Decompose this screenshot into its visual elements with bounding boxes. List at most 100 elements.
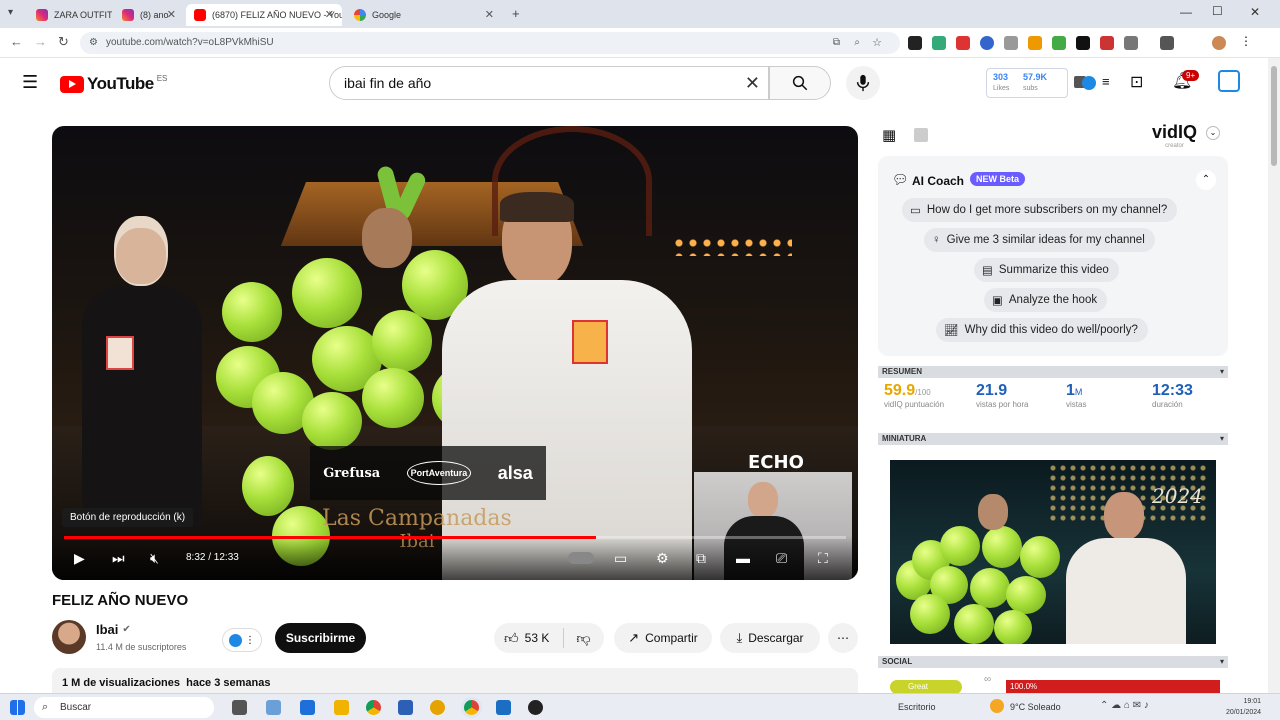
- settings-gear-icon[interactable]: ⚙: [656, 550, 669, 567]
- download-icon[interactable]: [1160, 36, 1174, 50]
- cast-icon[interactable]: ⎚: [776, 550, 787, 567]
- address-bar[interactable]: ⚙ youtube.com/watch?v=oL8PVkMhiSU ⧉ ⌕ ☆: [80, 32, 900, 54]
- minimize-icon[interactable]: —: [1180, 5, 1192, 19]
- extensions-puzzle-icon[interactable]: [1124, 36, 1138, 50]
- forward-icon[interactable]: →: [34, 34, 47, 49]
- extension-icon-9[interactable]: [1100, 36, 1114, 50]
- windows-start-icon[interactable]: [10, 700, 25, 715]
- zoom-icon[interactable]: ⌕: [854, 32, 860, 54]
- desktop-label[interactable]: Escritorio: [898, 702, 936, 712]
- download-button[interactable]: ⤓ Descargar: [720, 623, 820, 653]
- reload-icon[interactable]: ↻: [58, 34, 69, 50]
- prompt-chip-summarize[interactable]: ▤ Summarize this video: [974, 258, 1119, 282]
- clock[interactable]: 19:01 20/01/2024: [1226, 696, 1261, 718]
- video-thumbnail[interactable]: 2024: [890, 460, 1216, 644]
- task-view-icon[interactable]: [232, 700, 247, 715]
- collapse-chevron-icon[interactable]: ⌃: [1196, 170, 1216, 190]
- app-icon-2[interactable]: [334, 700, 349, 715]
- like-icon[interactable]: 👍︎: [504, 630, 519, 647]
- tab-zara[interactable]: ZARA OUTFITS: [28, 4, 112, 26]
- channel-name[interactable]: Ibai ✔: [96, 622, 131, 637]
- tab-google[interactable]: Google ✕: [346, 4, 502, 26]
- play-icon[interactable]: ▶: [74, 550, 85, 567]
- weather-text[interactable]: 9°C Soleado: [1010, 702, 1061, 712]
- ai-coach-card: 💬︎ AI Coach NEW Beta ⌃ ▭ How do I get mo…: [878, 156, 1228, 356]
- close-tab-icon[interactable]: ✕: [325, 8, 334, 21]
- extension-stats-widget[interactable]: 303 Likes 57.9K subs: [986, 68, 1068, 98]
- close-window-icon[interactable]: ✕: [1250, 5, 1260, 19]
- dislike-icon[interactable]: 👎︎: [576, 630, 590, 647]
- logo-chevron-icon[interactable]: ⌄: [1206, 126, 1220, 140]
- share-button[interactable]: ↗ Compartir: [614, 623, 712, 653]
- close-tab-icon[interactable]: ✕: [485, 8, 494, 21]
- account-avatar[interactable]: [1218, 70, 1240, 92]
- tab-instagram[interactable]: (8) ano ✕: [114, 4, 184, 26]
- grid-view-icon[interactable]: ▦: [882, 126, 896, 144]
- translate-icon[interactable]: ⧉: [833, 32, 840, 54]
- subtitles-icon[interactable]: ▭: [614, 550, 627, 567]
- site-info-icon[interactable]: ⚙: [89, 32, 98, 54]
- progress-bar[interactable]: [64, 536, 846, 539]
- prompt-chip-ideas[interactable]: ♀ Give me 3 similar ideas for my channel: [924, 228, 1155, 252]
- extension-icon-2[interactable]: [932, 36, 946, 50]
- app-icon-1[interactable]: [300, 700, 315, 715]
- widgets-icon[interactable]: [266, 700, 281, 715]
- hamburger-menu-icon[interactable]: ☰: [22, 72, 38, 93]
- ext-list-icon[interactable]: ≡: [1102, 74, 1110, 89]
- create-video-icon[interactable]: ⊡: [1130, 72, 1143, 92]
- app-icon-6[interactable]: [528, 700, 543, 715]
- tab-list-chevron-icon[interactable]: ▾: [8, 7, 13, 18]
- description-box[interactable]: 1 M de visualizaciones hace 3 semanas: [52, 668, 858, 693]
- prompt-chip-hook[interactable]: ▣ Analyze the hook: [984, 288, 1108, 312]
- section-social-header[interactable]: SOCIAL ▾: [878, 656, 1228, 668]
- prompt-chip-subscribers[interactable]: ▭ How do I get more subscribers on my ch…: [902, 198, 1178, 222]
- more-actions-button[interactable]: ⋯: [828, 623, 858, 653]
- tab-youtube[interactable]: (6870) FELIZ AÑO NUEVO - You ✕: [186, 4, 342, 26]
- page-scrollbar[interactable]: [1268, 58, 1280, 693]
- voice-search-button[interactable]: [846, 66, 880, 100]
- search-button[interactable]: [769, 66, 831, 100]
- extension-icon-7[interactable]: [1052, 36, 1066, 50]
- vidiq-channel-button[interactable]: ⋮: [222, 628, 262, 652]
- scrollbar-thumb[interactable]: [1271, 66, 1277, 166]
- profile-icon[interactable]: [1212, 36, 1226, 50]
- app-icon-5[interactable]: [496, 700, 511, 715]
- extension-icon-8[interactable]: [1076, 36, 1090, 50]
- like-count[interactable]: 53 K: [525, 631, 550, 645]
- app-icon-3[interactable]: [398, 700, 413, 715]
- extension-icon-3[interactable]: [956, 36, 970, 50]
- video-player[interactable]: Grefusa PortAventura alsa ECHO Las Campa…: [52, 126, 858, 580]
- extension-icon-5[interactable]: [1004, 36, 1018, 50]
- subscribe-button[interactable]: Suscribirme: [275, 623, 366, 653]
- taskbar-search[interactable]: ⌕ Buscar: [34, 697, 214, 718]
- bookmark-star-icon[interactable]: ☆: [872, 32, 882, 54]
- theater-mode-icon[interactable]: ▬: [736, 550, 750, 566]
- chrome-icon[interactable]: [366, 700, 381, 715]
- subscriber-count: 11.4 M de suscriptores: [96, 642, 187, 652]
- back-icon[interactable]: ←: [10, 34, 23, 49]
- section-thumbnail-header[interactable]: MINIATURA ▾: [878, 433, 1228, 445]
- panel-view-icon[interactable]: [914, 128, 928, 142]
- new-tab-button[interactable]: +: [512, 6, 520, 21]
- extension-icon-4[interactable]: [980, 36, 994, 50]
- mute-icon[interactable]: 🔇︎: [150, 550, 159, 567]
- channel-avatar[interactable]: [52, 620, 86, 654]
- maximize-icon[interactable]: ☐: [1212, 4, 1223, 18]
- miniplayer-icon[interactable]: ⧉: [696, 550, 706, 567]
- system-tray-icons[interactable]: ⌃ ☁ ⌂ ✉ ♪: [1100, 700, 1149, 711]
- prompt-chip-performance[interactable]: 📈︎ Why did this video do well/poorly?: [936, 318, 1148, 342]
- app-icon-4[interactable]: [430, 700, 445, 715]
- menu-dots-icon[interactable]: ⋮: [1240, 34, 1254, 48]
- fullscreen-icon[interactable]: ⛶: [818, 550, 828, 567]
- extension-icon-1[interactable]: [908, 36, 922, 50]
- autoplay-toggle[interactable]: [568, 552, 594, 564]
- ext-circle-icon[interactable]: [1082, 76, 1096, 90]
- chrome-active-icon[interactable]: [464, 700, 479, 715]
- clear-search-icon[interactable]: ✕: [745, 67, 760, 99]
- close-tab-icon[interactable]: ✕: [167, 8, 176, 21]
- youtube-logo[interactable]: YouTube ES: [60, 74, 167, 94]
- extension-icon-6[interactable]: [1028, 36, 1042, 50]
- next-icon[interactable]: ⏭: [112, 550, 125, 567]
- section-summary-header[interactable]: RESUMEN ▾: [878, 366, 1228, 378]
- search-input[interactable]: ibai fin de año ✕: [329, 66, 769, 100]
